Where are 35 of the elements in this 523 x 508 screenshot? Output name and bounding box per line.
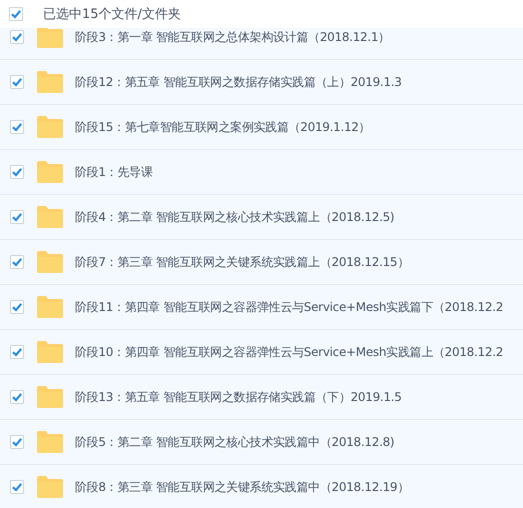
- checkbox[interactable]: [10, 30, 24, 44]
- folder-name[interactable]: 阶段1：先导课: [75, 164, 153, 180]
- folder-name[interactable]: 阶段12：第五章 智能互联网之数据存储实践篇（上）2019.1.3: [75, 74, 402, 90]
- folder-name[interactable]: 阶段3：第一章 智能互联网之总体架构设计篇（2018.12.1）: [75, 28, 390, 46]
- selection-count: 已选中15个文件/文件夹: [43, 6, 181, 23]
- folder-icon: [37, 431, 63, 453]
- folder-icon: [37, 116, 63, 138]
- folder-name[interactable]: 阶段10：第四章 智能互联网之容器弹性云与Service+Mesh实践篇上（2018.12.2: [75, 344, 504, 360]
- checkbox[interactable]: [10, 165, 24, 179]
- folder-icon: [37, 28, 63, 48]
- checkbox[interactable]: [10, 75, 24, 89]
- folder-name[interactable]: 阶段13：第五章 智能互联网之数据存储实践篇（下）2019.1.5: [75, 388, 402, 406]
- folder-name[interactable]: 阶段7：第三章 智能互联网之关键系统实践篇上（2018.12.15）: [75, 254, 409, 270]
- checkbox[interactable]: [10, 480, 24, 494]
- checkbox[interactable]: [10, 120, 24, 134]
- checkbox[interactable]: [9, 7, 23, 21]
- checkbox[interactable]: [10, 300, 24, 314]
- folder-icon: [37, 71, 63, 93]
- folder-icon: [37, 251, 63, 273]
- folder-name[interactable]: 阶段8：第三章 智能互联网之关键系统实践篇中（2018.12.19）: [75, 478, 409, 496]
- folder-name[interactable]: 阶段15：第七章智能互联网之案例实践篇（2019.1.12）: [75, 118, 370, 136]
- folder-icon: [37, 386, 63, 408]
- folder-name[interactable]: 阶段11：第四章 智能互联网之容器弹性云与Service+Mesh实践篇下（2018.12.2: [75, 298, 504, 316]
- checkbox[interactable]: [10, 345, 24, 359]
- checkbox[interactable]: [10, 255, 24, 269]
- folder-name[interactable]: 阶段5：第二章 智能互联网之核心技术实践篇中（2018.12.8): [75, 434, 394, 450]
- folder-icon: [37, 476, 63, 498]
- checkbox[interactable]: [10, 435, 24, 449]
- folder-icon: [37, 341, 63, 363]
- folder-icon: [37, 161, 63, 183]
- checkbox[interactable]: [10, 210, 24, 224]
- folder-icon: [37, 296, 63, 318]
- checkbox[interactable]: [10, 390, 24, 404]
- folder-name[interactable]: 阶段4：第二章 智能互联网之核心技术实践篇上（2018.12.5): [75, 208, 394, 226]
- folder-icon: [37, 206, 63, 228]
